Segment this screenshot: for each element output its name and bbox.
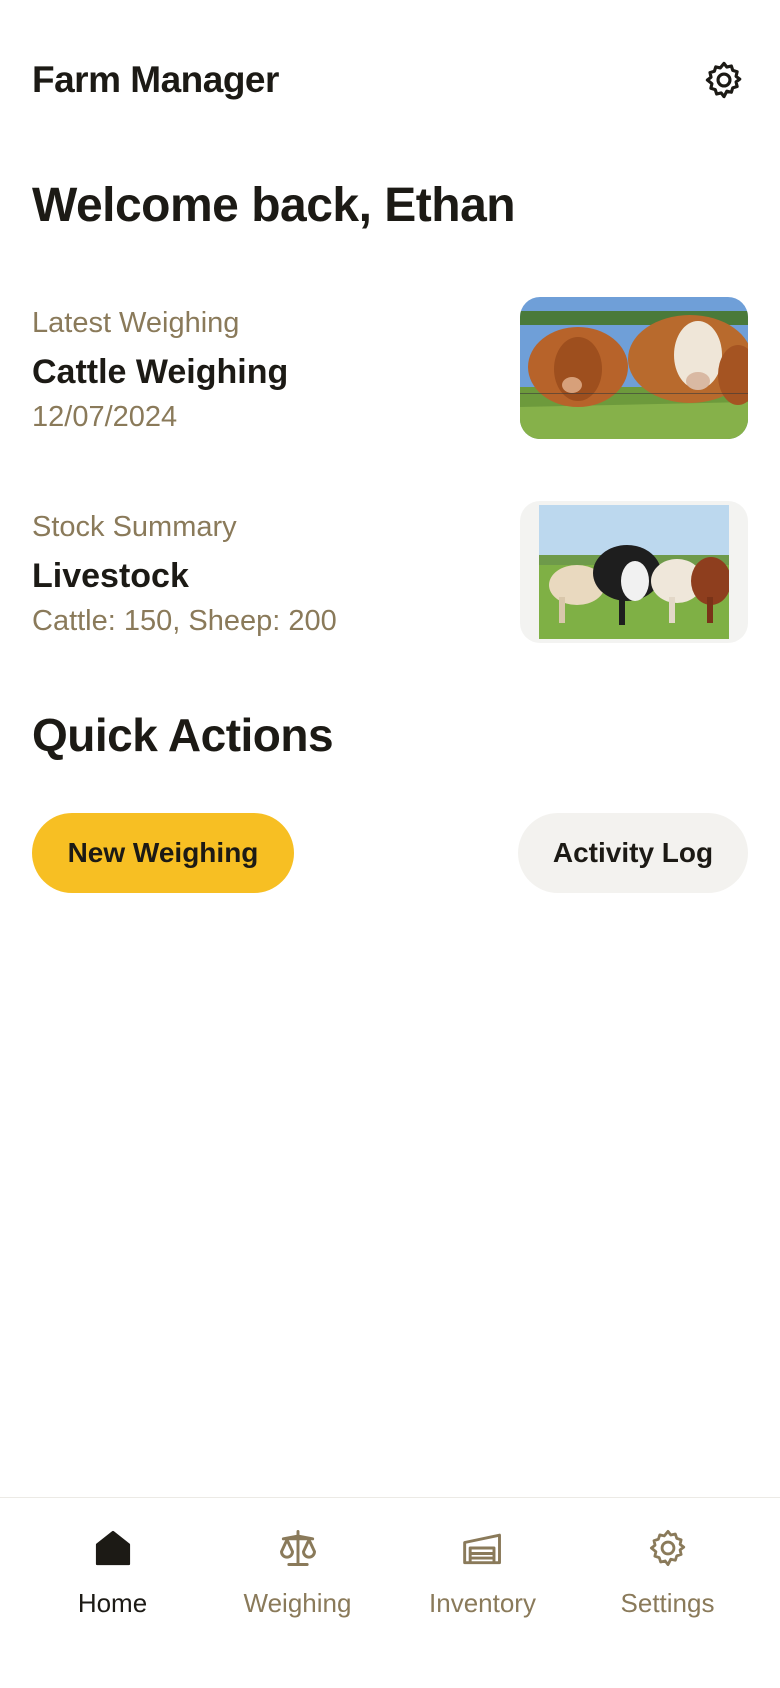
welcome-heading: Welcome back, Ethan [32, 179, 516, 232]
nav-label: Weighing [243, 1588, 352, 1618]
card-date: 12/07/2024 [32, 401, 178, 433]
gear-icon [649, 1529, 685, 1567]
home-icon [95, 1530, 130, 1566]
nav-label: Settings [620, 1588, 715, 1618]
nav-item-weighing[interactable]: Weighing [213, 1498, 383, 1688]
nav-item-inventory[interactable]: Inventory [398, 1498, 568, 1688]
app-title: Farm Manager [32, 59, 279, 100]
nav-item-settings[interactable]: Settings [583, 1498, 753, 1688]
settings-button[interactable] [700, 56, 748, 104]
new-weighing-button[interactable]: New Weighing [32, 813, 294, 893]
nav-label: Inventory [429, 1588, 536, 1618]
card-stock-counts: Cattle: 150, Sheep: 200 [32, 605, 337, 637]
gear-icon [705, 61, 742, 99]
card-title: Livestock [32, 557, 189, 595]
cattle-photo [520, 297, 748, 439]
nav-label: Home [77, 1588, 148, 1618]
stock-summary-card[interactable]: Stock Summary Livestock Cattle: 150, She… [32, 501, 748, 643]
bottom-navigation: Home Weighing Inventory Settings [0, 1497, 780, 1688]
scale-icon [279, 1530, 316, 1566]
warehouse-icon [462, 1533, 501, 1565]
card-kicker: Latest Weighing [32, 307, 240, 339]
activity-log-button[interactable]: Activity Log [518, 813, 748, 893]
card-kicker: Stock Summary [32, 511, 237, 543]
nav-item-home[interactable]: Home [28, 1498, 198, 1688]
latest-weighing-card[interactable]: Latest Weighing Cattle Weighing 12/07/20… [32, 297, 748, 439]
quick-actions-title: Quick Actions [32, 709, 334, 761]
app-bar: Farm Manager [32, 50, 748, 110]
herd-photo [520, 501, 748, 643]
card-title: Cattle Weighing [32, 353, 289, 391]
